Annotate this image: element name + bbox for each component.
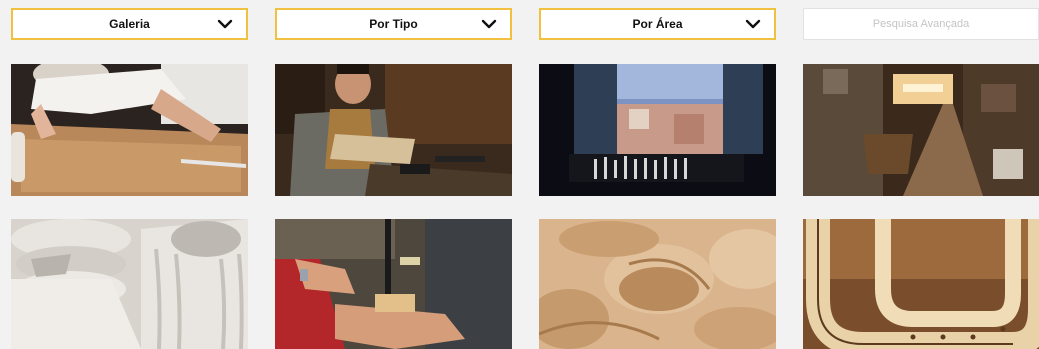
galeria-dropdown[interactable]: Galeria	[11, 8, 248, 40]
chevron-down-icon	[745, 19, 761, 29]
chevron-down-icon	[217, 19, 233, 29]
gallery-image-5[interactable]	[11, 219, 248, 349]
gallery-image-6[interactable]	[275, 219, 512, 349]
area-dropdown-label: Por Área	[632, 17, 683, 31]
advanced-search-label: Pesquisa Avançada	[872, 18, 970, 30]
gallery-image-2[interactable]	[275, 64, 512, 196]
area-dropdown[interactable]: Por Área	[539, 8, 776, 40]
galeria-dropdown-label: Galeria	[109, 17, 150, 31]
advanced-search-button[interactable]: Pesquisa Avançada	[803, 8, 1039, 40]
gallery-image-8[interactable]	[803, 219, 1039, 349]
tipo-dropdown[interactable]: Por Tipo	[275, 8, 512, 40]
tipo-dropdown-label: Por Tipo	[369, 17, 418, 31]
gallery-image-4[interactable]	[803, 64, 1039, 196]
gallery-image-1[interactable]	[11, 64, 248, 196]
gallery-image-7[interactable]	[539, 219, 776, 349]
gallery-image-3[interactable]	[539, 64, 776, 196]
chevron-down-icon	[481, 19, 497, 29]
